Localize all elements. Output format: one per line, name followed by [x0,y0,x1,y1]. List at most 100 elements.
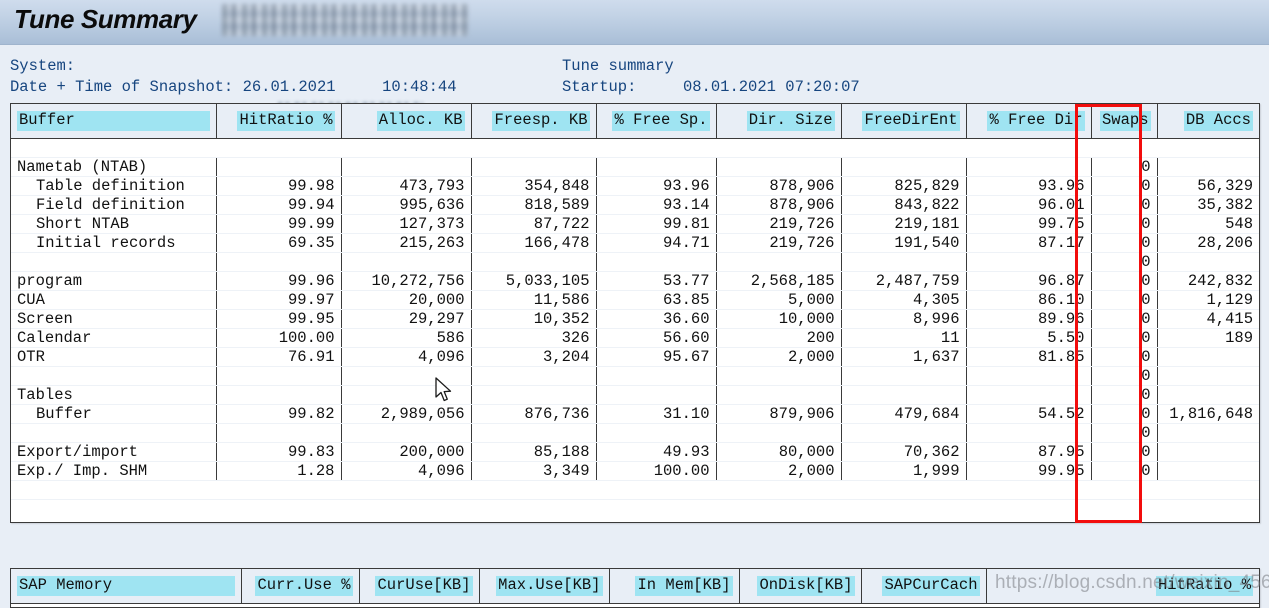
page-title: Tune Summary [14,4,197,34]
cell-freesp: 3,204 [470,347,596,367]
cell-dir-size [715,366,841,386]
cell-alloc [340,157,471,177]
table-row[interactable]: Export/import 99.83 200,000 85,188 49.93 80,0… [11,442,1259,462]
cell-swaps: 0 [1090,157,1157,177]
cell-free-dir-ent: 843,822 [840,195,966,215]
cell-free-dir-pct [965,385,1091,405]
cell-dir-size: 2,000 [715,347,841,367]
cell-db-accs: 548 [1156,214,1259,234]
table-row[interactable]: Exp./ Imp. SHM 1.28 4,096 3,349 100.00 2,000 1… [11,461,1259,481]
column-header-in-mem-kb[interactable]: In Mem[KB] [608,569,739,604]
cell-dir-size: 879,906 [715,404,841,424]
buffer-name-cell [11,423,216,443]
cell-free-dir-pct: 99.75 [965,214,1091,234]
cell-db-accs [1156,423,1259,443]
cell-free-sp-pct: 93.96 [595,176,716,196]
table-bottom-padding [11,480,1259,500]
table-row[interactable]: 0 [11,423,1259,443]
cell-free-dir-ent [840,423,966,443]
buffer-name-cell: Tables [11,385,216,405]
cell-hitratio [215,157,341,177]
cell-dir-size: 219,726 [715,233,841,253]
table-row[interactable]: 0 [11,252,1259,272]
buffer-name-cell: Exp./ Imp. SHM [11,461,216,481]
cell-freesp: 3,349 [470,461,596,481]
snapshot-date: 26.01.2021 [242,78,336,96]
startup-line: Startup: 08.01.2021 07:20:07 [562,77,860,98]
cell-alloc: 215,263 [340,233,471,253]
cell-freesp [470,423,596,443]
cell-freesp: 354,848 [470,176,596,196]
cell-hitratio: 99.94 [215,195,341,215]
cell-swaps: 0 [1090,214,1157,234]
cell-swaps: 0 [1090,423,1157,443]
column-header-alloc-kb[interactable]: Alloc. KB [340,104,471,139]
startup-time: 07:20:07 [785,78,860,96]
table-row[interactable]: Buffer 99.82 2,989,056 876,736 31.10 879,906 4… [11,404,1259,424]
cell-freesp: 10,352 [470,309,596,329]
column-header-freedirent[interactable]: FreeDirEnt [840,104,966,139]
column-header-dir-size[interactable]: Dir. Size [715,104,841,139]
table-row[interactable]: CUA 99.97 20,000 11,586 63.85 5,000 4,305 86.10… [11,290,1259,310]
cell-free-dir-pct [965,157,1091,177]
column-header-hitratio[interactable]: HitRatio % [215,104,341,139]
cell-free-dir-ent: 1,637 [840,347,966,367]
table-row[interactable]: 0 [11,366,1259,386]
table-row[interactable]: Nametab (NTAB) 0 [11,157,1259,177]
cell-freesp: 11,586 [470,290,596,310]
column-header-db-accs[interactable]: DB Accs [1156,104,1259,139]
cell-swaps: 0 [1090,442,1157,462]
table-row[interactable]: Calendar 100.00 586 326 56.60 200 11 5.50 0 189 [11,328,1259,348]
cell-db-accs [1156,347,1259,367]
table-row[interactable]: OTR 76.91 4,096 3,204 95.67 2,000 1,637 81.85 0 [11,347,1259,367]
cell-dir-size [715,385,841,405]
cell-alloc: 4,096 [340,461,471,481]
table-row[interactable]: Tables 0 [11,385,1259,405]
column-header-curr-use-pct[interactable]: Curr.Use % [240,569,359,604]
column-header-sap-memory[interactable]: SAP Memory [11,569,241,604]
cell-free-dir-pct: 87.95 [965,442,1091,462]
cell-free-dir-ent: 4,305 [840,290,966,310]
cell-free-dir-pct: 54.52 [965,404,1091,424]
cell-free-sp-pct: 49.93 [595,442,716,462]
table-row[interactable]: program 99.96 10,272,756 5,033,105 53.77 2,56… [11,271,1259,291]
cell-free-dir-pct [965,252,1091,272]
buffer-name-cell: Export/import [11,442,216,462]
cell-swaps: 0 [1090,271,1157,291]
column-header-free-dir-pct[interactable]: % Free Dir [965,104,1091,139]
cell-freesp: 326 [470,328,596,348]
table-row[interactable]: Initial records 69.35 215,263 166,478 94.71 2… [11,233,1259,253]
snapshot-line: Date + Time of Snapshot: 26.01.2021 10:4… [10,77,457,98]
startup-label: Startup: [562,78,637,96]
column-header-buffer[interactable]: Buffer [11,104,216,139]
cell-free-dir-ent [840,366,966,386]
column-header-swaps[interactable]: Swaps [1090,104,1157,139]
column-header-freesp-kb[interactable]: Freesp. KB [470,104,596,139]
table-row[interactable]: Screen 99.95 29,297 10,352 36.60 10,000 8,996 8… [11,309,1259,329]
mouse-cursor [435,377,452,402]
cell-free-sp-pct: 53.77 [595,271,716,291]
cell-free-sp-pct: 94.71 [595,233,716,253]
cell-free-dir-ent [840,252,966,272]
sap-tune-summary-screen: Tune Summary System: Date + Time of Snap… [0,0,1269,608]
cell-alloc: 20,000 [340,290,471,310]
column-header-curuse-kb[interactable]: CurUse[KB] [358,569,479,604]
table-row[interactable]: Table definition 99.98 473,793 354,848 93.96… [11,176,1259,196]
cell-db-accs [1156,442,1259,462]
table-row[interactable]: Field definition 99.94 995,636 818,589 93.14… [11,195,1259,215]
cell-dir-size: 878,906 [715,195,841,215]
cell-freesp [470,157,596,177]
column-header-max-use-kb[interactable]: Max.Use[KB] [478,569,609,604]
cell-dir-size: 5,000 [715,290,841,310]
table-row[interactable]: Short NTAB 99.99 127,373 87,722 99.81 219,726… [11,214,1259,234]
cell-db-accs [1156,461,1259,481]
cell-db-accs [1156,252,1259,272]
column-header-sapcurcach[interactable]: SAPCurCach [860,569,986,604]
cell-dir-size [715,252,841,272]
cell-free-sp-pct [595,157,716,177]
column-header-ondisk-kb[interactable]: OnDisk[KB] [738,569,861,604]
cell-db-accs: 1,816,648 [1156,404,1259,424]
cell-free-dir-ent: 191,540 [840,233,966,253]
column-header-free-sp-pct[interactable]: % Free Sp. [595,104,716,139]
window-title-bar: Tune Summary [0,0,1269,45]
